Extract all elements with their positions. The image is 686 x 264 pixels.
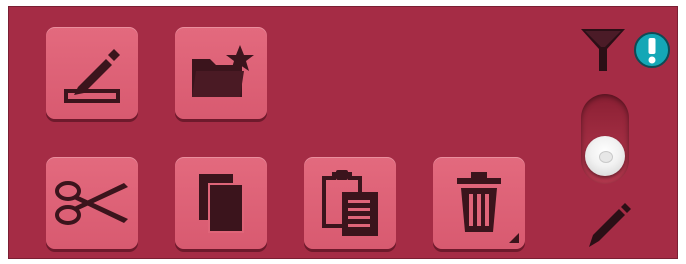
corner-indicator xyxy=(509,233,519,243)
paste-button[interactable] xyxy=(304,157,396,249)
scissors-icon xyxy=(55,181,128,225)
favorite-folder-button[interactable] xyxy=(175,27,267,119)
toolbar-panel xyxy=(8,6,678,259)
mode-toggle[interactable] xyxy=(581,94,629,184)
pencil-icon xyxy=(589,203,631,247)
funnel-icon xyxy=(581,29,625,71)
toggle-knob[interactable] xyxy=(585,136,625,176)
copy-icon xyxy=(199,174,244,233)
alert-badge xyxy=(633,31,671,73)
filter-button[interactable] xyxy=(577,25,629,81)
cut-button[interactable] xyxy=(46,157,138,249)
edit-button[interactable] xyxy=(46,27,138,119)
exclamation-badge-icon xyxy=(634,32,670,68)
delete-button[interactable] xyxy=(433,157,525,249)
edit-mode-button[interactable] xyxy=(581,199,633,255)
copy-button[interactable] xyxy=(175,157,267,249)
folder-star-icon xyxy=(192,45,254,97)
clipboard-icon xyxy=(322,170,378,236)
trash-icon xyxy=(457,172,501,232)
pencil-box-icon xyxy=(64,49,120,103)
knob-indicator xyxy=(599,151,613,163)
